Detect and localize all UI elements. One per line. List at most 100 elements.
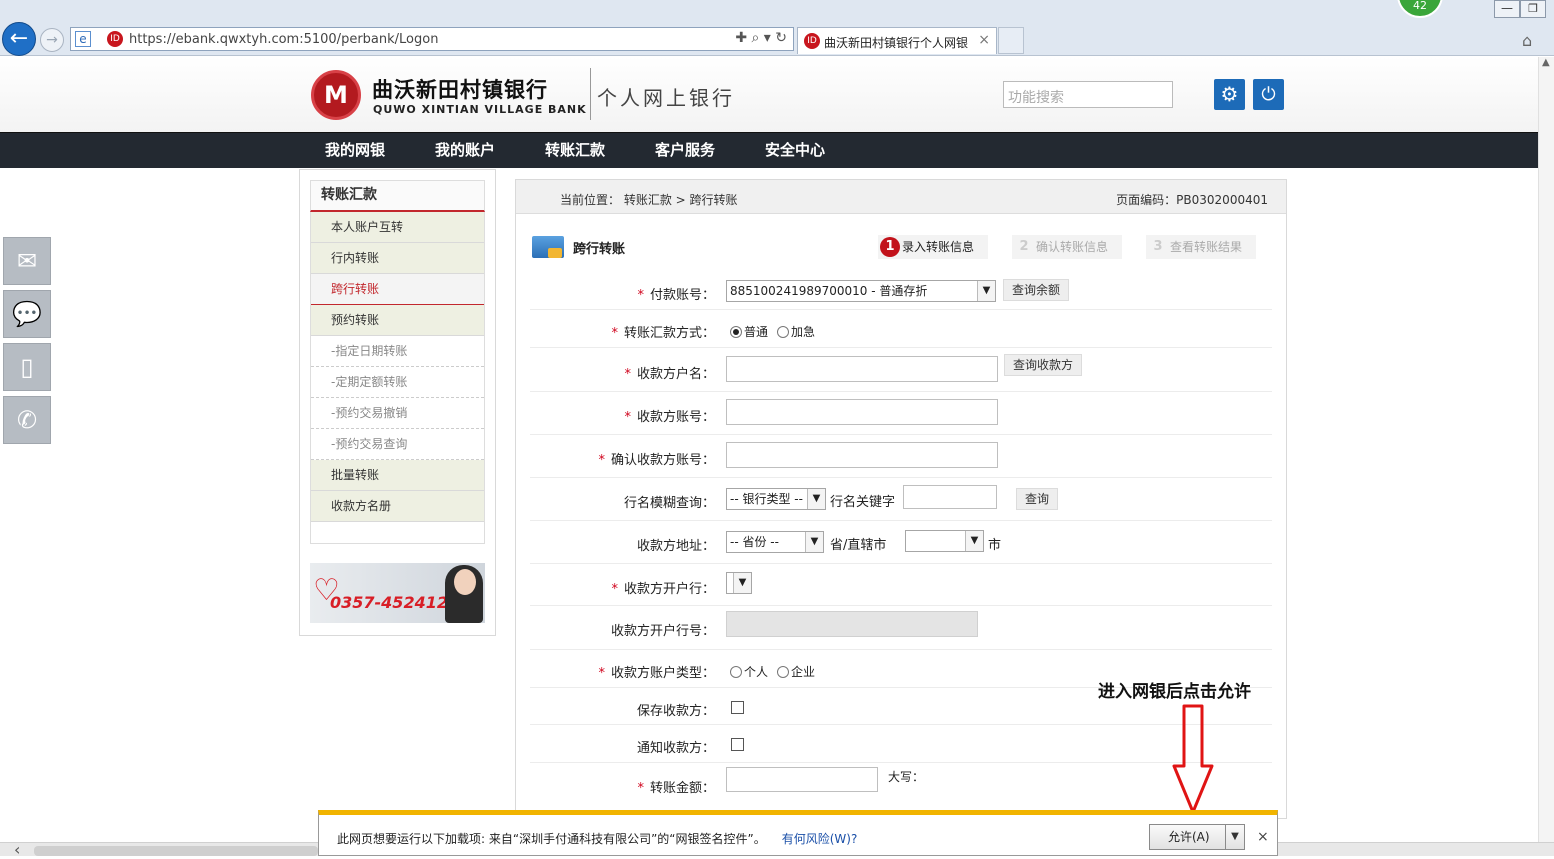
city-select[interactable]: ▼ (905, 530, 984, 552)
confirm-account-label: * 确认收款方账号： (598, 453, 715, 468)
function-search-input[interactable]: 功能搜索 (1003, 81, 1173, 108)
mail-icon[interactable]: ✉ (3, 237, 51, 285)
city-suffix: 市 (988, 538, 1002, 553)
transfer-mode-label: * 转账汇款方式： (611, 326, 715, 341)
payee-bank-select[interactable]: ▼ (726, 572, 752, 594)
notify-payee-checkbox[interactable] (731, 738, 744, 751)
payee-bank-no-field (726, 611, 978, 637)
hotline-banner[interactable]: ♡ 0357-4524128 (310, 563, 485, 623)
row-payee-account: * 收款方账号： (530, 392, 1272, 435)
nav-my-ebank[interactable]: 我的网银 (325, 133, 385, 168)
bank-fuzzy-label: 行名模糊查询： (623, 496, 715, 511)
row-notify-payee: 通知收款方： (530, 725, 1272, 763)
tab-favicon-icon: ID (804, 33, 820, 49)
notification-badge[interactable]: 42 (1397, 0, 1443, 18)
bank-keyword-label: 行名关键字 (830, 495, 896, 510)
step-2-label: 确认转账信息 (1036, 240, 1109, 254)
nav-transfer[interactable]: 转账汇款 (545, 133, 605, 168)
chevron-down-icon: ▼ (965, 531, 983, 551)
amount-input[interactable] (726, 767, 878, 792)
menu-item-payee-book[interactable]: 收款方名册 (311, 491, 484, 522)
url-text[interactable]: https://ebank.qwxtyh.com:5100/perbank/Lo… (129, 32, 438, 47)
bank-query-button[interactable]: 查询 (1016, 488, 1059, 510)
query-balance-button[interactable]: 查询余额 (1003, 279, 1070, 301)
step-1: 1 录入转账信息 (878, 235, 989, 259)
main-nav: 我的网银 我的账户 转账汇款 客户服务 安全中心 (0, 132, 1554, 168)
query-payee-button[interactable]: 查询收款方 (1004, 354, 1083, 376)
payer-account-select[interactable]: 885100241989700010 - 普通存折 ▼ (726, 280, 996, 302)
risk-link[interactable]: 有何风险(W)? (782, 832, 858, 846)
bank-name-en: QUWO XINTIAN VILLAGE BANK (373, 103, 587, 116)
confirm-account-input[interactable] (726, 442, 998, 468)
annotation-text: 进入网银后点击允许 (1098, 682, 1251, 702)
forward-button[interactable]: → (40, 28, 64, 52)
menu-item-own-transfer[interactable]: 本人账户互转 (311, 212, 484, 243)
bank-header: M 曲沃新田村镇银行 QUWO XINTIAN VILLAGE BANK 个人网… (0, 57, 1554, 132)
settings-gear-icon[interactable]: ⚙ (1214, 79, 1245, 110)
scroll-thumb[interactable] (34, 846, 318, 856)
step-1-label: 录入转账信息 (902, 240, 975, 254)
mode-urgent-radio[interactable]: 加急 (777, 323, 815, 340)
hotline-number: 0357-4524128 (330, 593, 460, 612)
address-bar[interactable]: e ID https://ebank.qwxtyh.com:5100/perba… (70, 27, 794, 51)
nav-my-accounts[interactable]: 我的账户 (435, 133, 495, 168)
amount-label: * 转账金额： (637, 781, 715, 796)
row-payee-bank: * 收款方开户行： ▼ (530, 564, 1272, 606)
menu-item-inter-bank[interactable]: 跨行转账 (311, 274, 484, 305)
back-button[interactable]: ← (2, 22, 36, 56)
nav-security-center[interactable]: 安全中心 (765, 133, 825, 168)
chat-icon[interactable]: 💬 (3, 290, 51, 338)
bank-keyword-input[interactable] (903, 485, 997, 509)
menu-item-specific-date[interactable]: -指定日期转账 (311, 336, 484, 367)
menu-item-cancel-scheduled[interactable]: -预约交易撤销 (311, 398, 484, 429)
card-transfer-icon (532, 236, 564, 258)
mobile-icon[interactable]: ▯ (3, 343, 51, 391)
logout-power-icon[interactable]: ⏻ (1253, 79, 1284, 110)
menu-item-batch[interactable]: 批量转账 (311, 460, 484, 491)
horizontal-scrollbar-right[interactable] (1278, 842, 1554, 856)
left-menu-title: 转账汇款 (310, 180, 485, 212)
phone-icon[interactable]: ✆ (3, 396, 51, 444)
step-3-number: 3 (1153, 239, 1163, 254)
type-personal-radio[interactable]: 个人 (730, 663, 768, 680)
menu-item-intra-bank[interactable]: 行内转账 (311, 243, 484, 274)
site-title: 个人网上银行 (597, 86, 735, 110)
addon-notification-bar: 此网页想要运行以下加载项: 来自“深圳手付通科技有限公司”的“网银签名控件”。有… (318, 810, 1278, 856)
menu-item-query-scheduled[interactable]: -预约交易查询 (311, 429, 484, 460)
tab-close-icon[interactable]: × (978, 32, 990, 48)
vertical-scrollbar[interactable]: ▲ (1538, 57, 1554, 842)
annotation-arrow-icon (1172, 704, 1214, 814)
chevron-down-icon: ▼ (807, 489, 825, 509)
payee-name-input[interactable] (726, 356, 998, 382)
step-3-label: 查看转账结果 (1170, 240, 1243, 254)
payee-account-input[interactable] (726, 399, 998, 425)
save-payee-label: 保存收款方： (636, 704, 715, 719)
bank-type-select[interactable]: -- 银行类型 -- ▼ (726, 488, 826, 510)
province-select[interactable]: -- 省份 -- ▼ (726, 531, 824, 553)
compat-view-icon[interactable]: e (75, 31, 91, 47)
step-2-number: 2 (1019, 239, 1029, 254)
browser-tab[interactable]: ID 曲沃新田村镇银行个人网银 × (797, 27, 997, 54)
new-tab-button[interactable] (998, 27, 1024, 54)
scroll-up-icon[interactable]: ▲ (1542, 57, 1550, 68)
type-company-radio[interactable]: 企业 (777, 663, 815, 680)
home-icon[interactable]: ⌂ (1522, 31, 1532, 50)
nav-customer-service[interactable]: 客户服务 (655, 133, 715, 168)
scroll-left-icon[interactable]: ‹ (14, 840, 20, 859)
province-suffix: 省/直辖市 (830, 538, 887, 553)
address-tools-icon[interactable]: ✚ ⌕ ▾ ↻ (735, 30, 787, 46)
row-transfer-mode: * 转账汇款方式： 普通 加急 (530, 310, 1272, 348)
breadcrumb-bar: 当前位置： 转账汇款 > 跨行转账 页面编码：PB0302000401 (516, 180, 1286, 214)
header-divider (590, 68, 591, 120)
allow-dropdown-icon[interactable]: ▼ (1225, 825, 1244, 849)
payee-bank-no-label: 收款方开户行号： (610, 624, 715, 639)
menu-item-fixed-amount[interactable]: -定期定额转账 (311, 367, 484, 398)
infobar-close-icon[interactable]: × (1257, 829, 1269, 845)
payee-bank-label: * 收款方开户行： (611, 582, 715, 597)
save-payee-checkbox[interactable] (731, 701, 744, 714)
menu-item-scheduled[interactable]: 预约转账 (311, 305, 484, 336)
minimize-button[interactable]: — (1494, 0, 1520, 18)
mode-normal-radio[interactable]: 普通 (730, 323, 768, 340)
step-2: 2 确认转账信息 (1012, 235, 1123, 259)
maximize-button[interactable]: ❐ (1520, 0, 1546, 18)
